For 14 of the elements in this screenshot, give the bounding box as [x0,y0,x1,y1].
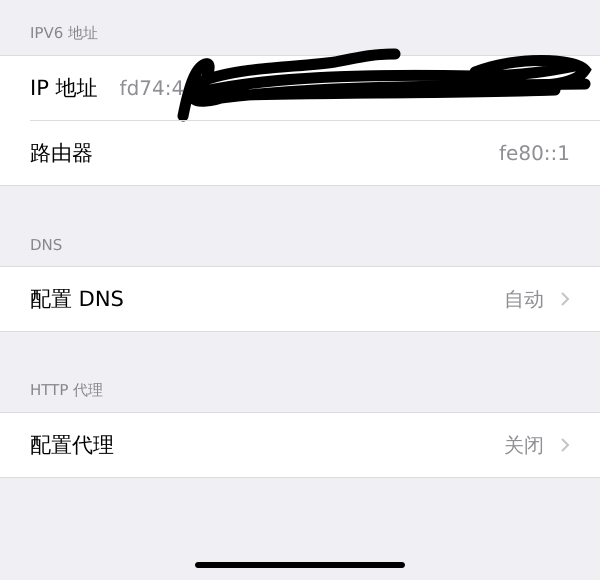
row-label: 配置 DNS [30,286,124,313]
chevron-icon [560,437,570,453]
row-value: fe80::1 [499,141,570,165]
section-header: IPV6 地址 [30,24,98,43]
chevron-icon [560,291,570,307]
row-label: IP 地址 [30,75,98,102]
row-value: fd74:4 [120,76,184,100]
row-label: 配置代理 [30,432,114,459]
section-header: DNS [30,236,62,254]
row-value: 自动 [504,286,544,312]
home-indicator[interactable] [195,562,405,568]
row-value: 关闭 [504,432,544,458]
section-header: HTTP 代理 [30,381,104,400]
row-label: 路由器 [30,140,93,167]
